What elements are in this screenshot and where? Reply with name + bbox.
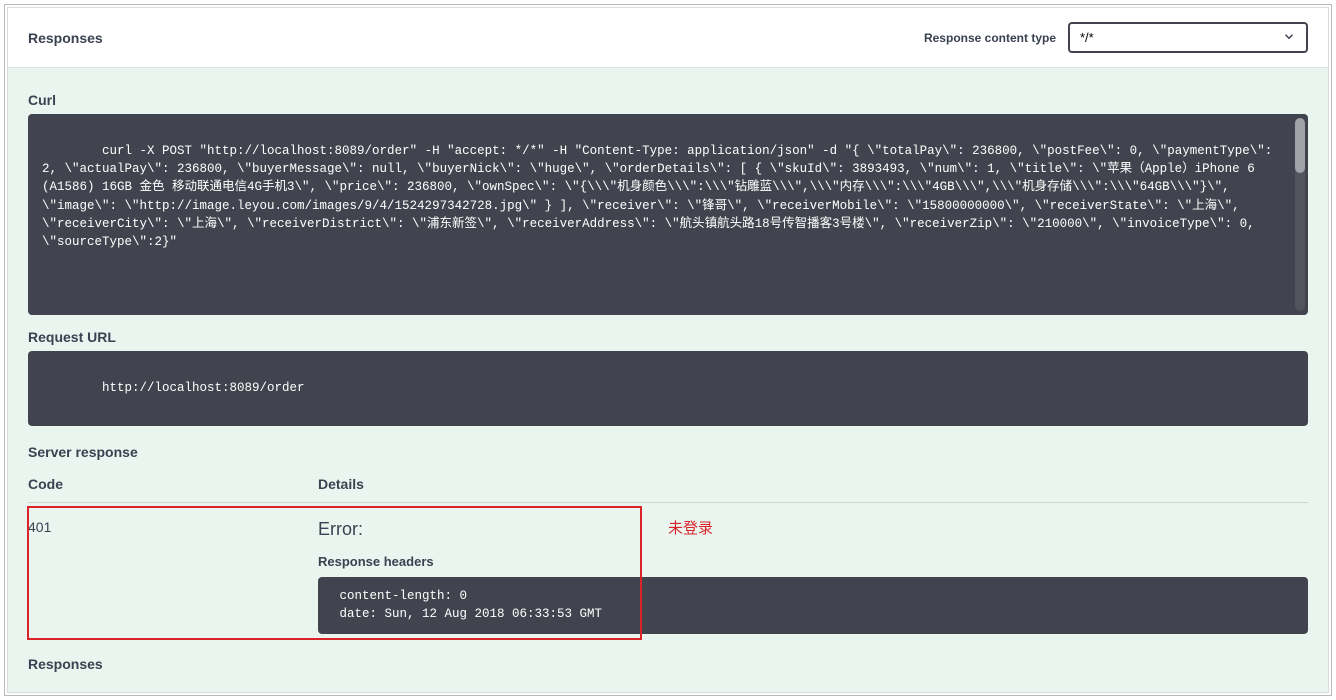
content-type-label: Response content type xyxy=(924,31,1056,45)
responses-title: Responses xyxy=(28,30,924,46)
response-headers-text: content-length: 0 date: Sun, 12 Aug 2018… xyxy=(332,589,610,622)
curl-command-text: curl -X POST "http://localhost:8089/orde… xyxy=(42,144,1280,249)
response-row: 未登录 401 Error: Response headers content-… xyxy=(28,503,1308,635)
request-url-label: Request URL xyxy=(28,329,1308,345)
responses-header: Responses Response content type */* xyxy=(8,8,1328,68)
curl-command-block[interactable]: curl -X POST "http://localhost:8089/orde… xyxy=(28,114,1308,315)
details-cell: Error: Response headers content-length: … xyxy=(318,519,1308,635)
response-headers-block[interactable]: content-length: 0 date: Sun, 12 Aug 2018… xyxy=(318,577,1308,635)
responses-panel: Responses Response content type */* Curl… xyxy=(7,7,1329,693)
outer-frame: Responses Response content type */* Curl… xyxy=(4,4,1332,696)
request-url-block[interactable]: http://localhost:8089/order xyxy=(28,351,1308,425)
details-column-header: Details xyxy=(318,476,364,492)
status-code: 401 xyxy=(28,519,318,635)
content-type-value: */* xyxy=(1080,30,1094,45)
scrollbar-thumb[interactable] xyxy=(1295,118,1305,173)
responses-body: Curl curl -X POST "http://localhost:8089… xyxy=(8,68,1328,692)
request-url-value: http://localhost:8089/order xyxy=(102,381,305,395)
curl-label: Curl xyxy=(28,92,1308,108)
annotation-text: 未登录 xyxy=(668,517,713,538)
content-type-select[interactable]: */* xyxy=(1068,22,1308,53)
error-label: Error: xyxy=(318,519,1308,540)
responses-footer: Responses xyxy=(28,656,1308,672)
code-column-header: Code xyxy=(28,476,318,492)
response-table-header: Code Details xyxy=(28,466,1308,503)
server-response-label: Server response xyxy=(28,444,1308,460)
response-headers-label: Response headers xyxy=(318,554,1308,569)
chevron-down-icon xyxy=(1282,29,1296,46)
